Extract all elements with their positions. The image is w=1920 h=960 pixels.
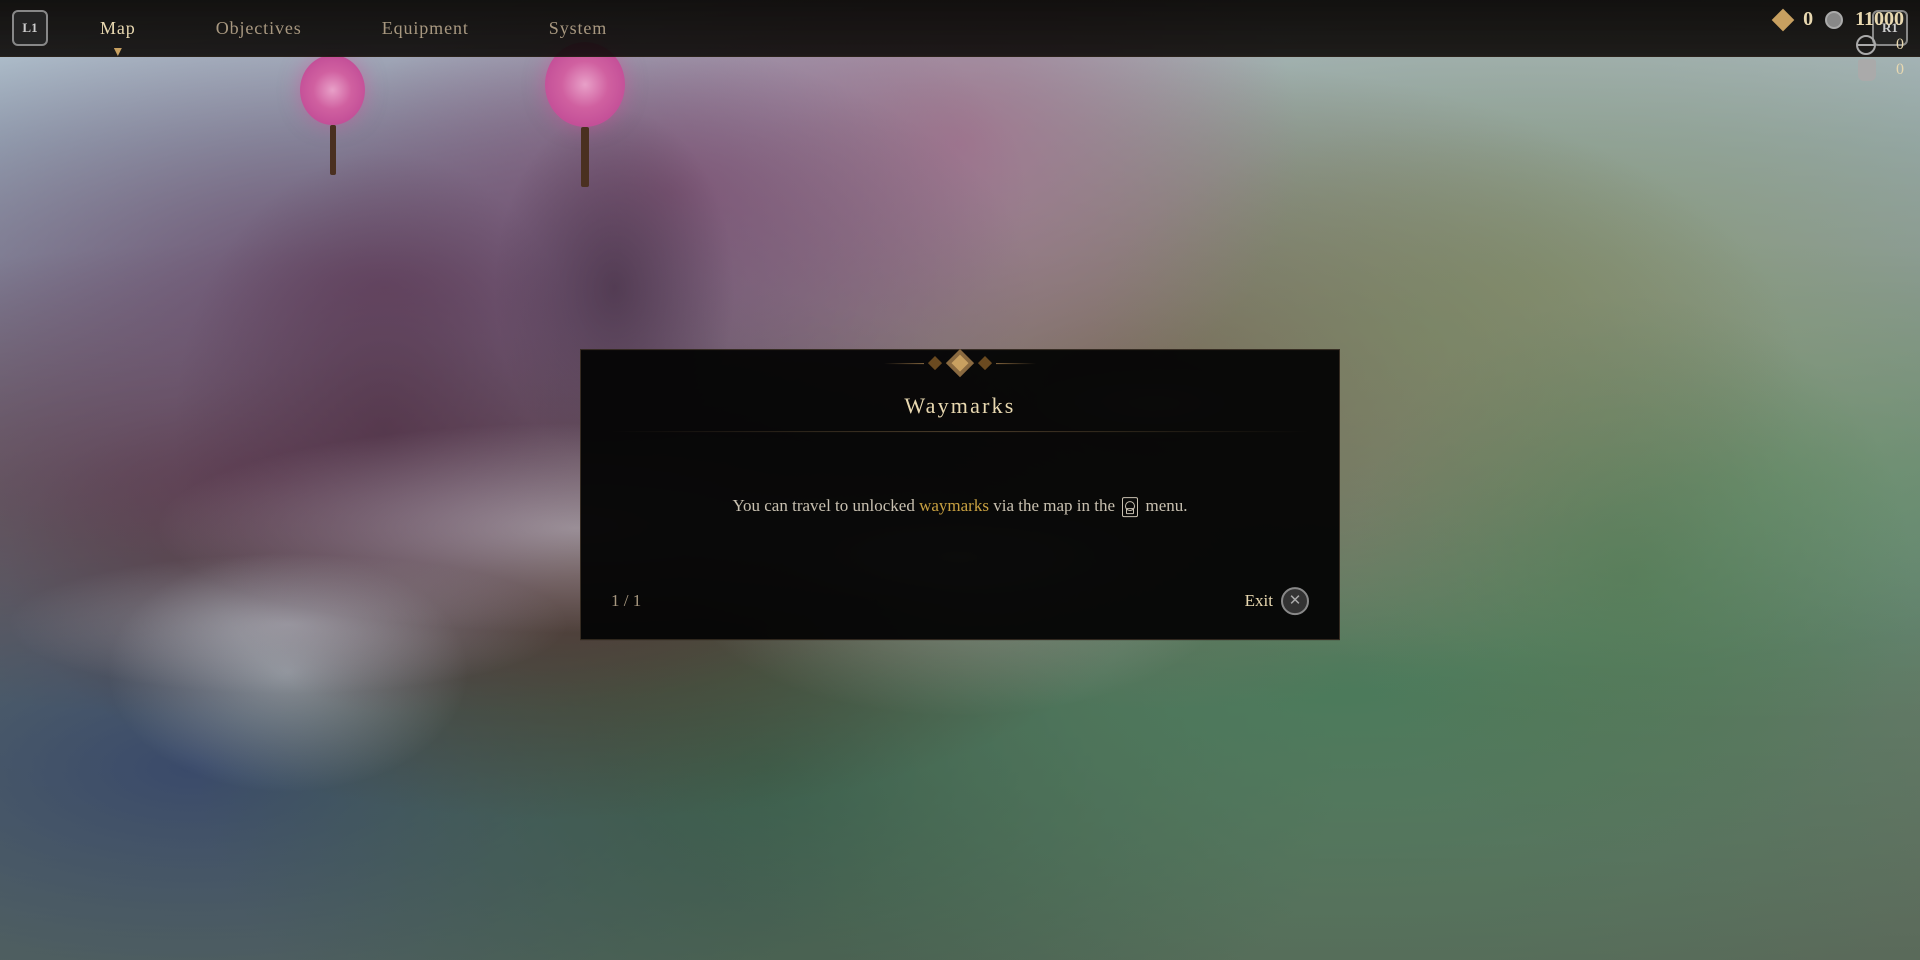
dialog-body-text: You can travel to unlocked waymarks via … [661, 492, 1259, 521]
globe-count: 0 [1884, 36, 1904, 54]
tree-center [545, 42, 625, 187]
pouch-icon [1858, 59, 1876, 81]
hud-right: 0 11000 0 0 [1759, 0, 1920, 89]
dialog-footer: 1 / 1 Exit ✕ [581, 571, 1339, 639]
record-icon [1825, 11, 1843, 29]
dialog-content: You can travel to unlocked waymarks via … [581, 432, 1339, 571]
exit-circle-icon: ✕ [1281, 587, 1309, 615]
top-navigation: L1 Map Objectives Equipment System R1 [0, 0, 1920, 57]
pouch-count: 0 [1884, 61, 1904, 79]
nav-tabs: Map Objectives Equipment System [60, 0, 1860, 56]
dialog-ornament-top [581, 349, 1339, 377]
body-text-end: menu. [1146, 496, 1188, 515]
orn-diamond-right [978, 356, 992, 370]
tab-map[interactable]: Map [60, 0, 176, 56]
waymarks-dialog: Waymarks You can travel to unlocked waym… [580, 349, 1340, 640]
exit-label: Exit [1245, 591, 1273, 611]
dialog-title: Waymarks [581, 377, 1339, 431]
tab-objectives[interactable]: Objectives [176, 0, 342, 56]
orn-line-right [996, 363, 1036, 364]
diamond-count: 0 [1803, 8, 1813, 31]
record-value: 11000 [1855, 8, 1904, 31]
l1-button[interactable]: L1 [12, 10, 48, 46]
tree-left [300, 55, 365, 175]
body-text-start: You can travel to unlocked [732, 496, 919, 515]
orn-diamond-left [928, 356, 942, 370]
orn-line-left [884, 363, 924, 364]
body-text-mid: via the map in the [989, 496, 1115, 515]
globe-icon [1856, 35, 1876, 55]
waymarks-highlight: waymarks [919, 496, 989, 515]
body-icon-inline [1119, 496, 1145, 515]
tab-equipment[interactable]: Equipment [342, 0, 509, 56]
exit-button[interactable]: Exit ✕ [1245, 587, 1309, 615]
pagination-text: 1 / 1 [611, 591, 641, 611]
diamond-icon [1772, 8, 1795, 31]
tab-system[interactable]: System [509, 0, 647, 56]
system-icon-inline [1122, 497, 1138, 517]
